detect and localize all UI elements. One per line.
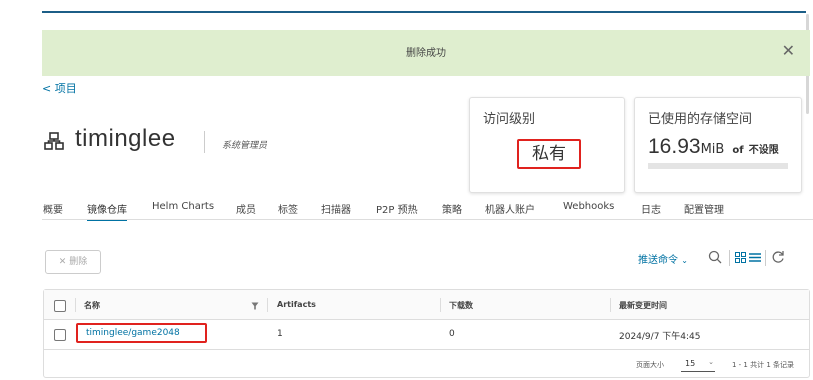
cell-pulls: 0 [449, 329, 455, 339]
page-size-value: 15 [685, 359, 696, 368]
column-artifacts[interactable]: Artifacts [277, 300, 316, 309]
tab-webhooks[interactable]: Webhooks [563, 201, 614, 221]
storage-of: of [732, 145, 744, 156]
table-header: 名称 Artifacts 下载数 最新变更时间 [44, 290, 809, 320]
storage-title: 已使用的存储空间 [648, 112, 753, 127]
tab-p2p-preheat[interactable]: P2P 预热 [376, 201, 418, 221]
page-size-select[interactable]: 15 ⌄ [681, 357, 715, 372]
repository-name-link[interactable]: timinglee/game2048 [76, 323, 207, 343]
tab-configuration[interactable]: 配置管理 [684, 201, 724, 221]
chevron-down-icon: ⌄ [708, 358, 714, 366]
view-toggle-icon[interactable] [735, 252, 761, 263]
column-name[interactable]: 名称 [84, 300, 100, 311]
tab-members[interactable]: 成员 [236, 201, 256, 221]
success-alert: 删除成功 ✕ [42, 30, 810, 76]
row-checkbox[interactable] [54, 329, 66, 341]
chevron-down-icon: ⌄ [681, 256, 688, 265]
column-last-modified[interactable]: 最新变更时间 [619, 300, 667, 311]
storage-quota: 不设限 [748, 145, 779, 156]
tab-scanner[interactable]: 扫描器 [321, 201, 351, 221]
tab-labels[interactable]: 标签 [278, 201, 298, 221]
tab-logs[interactable]: 日志 [641, 201, 661, 221]
search-icon[interactable] [708, 250, 722, 264]
header-divider [267, 298, 268, 312]
repository-table: 名称 Artifacts 下载数 最新变更时间 timinglee/game20… [43, 289, 810, 378]
storage-usage-card: 已使用的存储空间 16.93MiB of 不设限 [634, 97, 802, 193]
table-row[interactable]: timinglee/game2048 1 0 2024/9/7 下午4:45 [44, 320, 809, 350]
access-level-card: 访问级别 私有 [469, 97, 625, 193]
back-to-projects-link[interactable]: < 项目 [42, 80, 77, 96]
column-pulls[interactable]: 下载数 [449, 300, 473, 311]
tab-robot-accounts[interactable]: 机器人账户 [485, 201, 535, 221]
select-all-checkbox[interactable] [54, 300, 66, 312]
alert-message: 删除成功 [406, 48, 446, 59]
header-divider [204, 131, 205, 153]
tab-helm-charts[interactable]: Helm Charts [152, 201, 214, 221]
toolbar-divider [729, 250, 730, 266]
storage-unit: MiB [700, 142, 725, 157]
tab-policy[interactable]: 策略 [442, 201, 462, 221]
cell-last-modified: 2024/9/7 下午4:45 [619, 332, 701, 342]
push-command-dropdown[interactable]: 推送命令 ⌄ [638, 251, 688, 266]
push-command-label: 推送命令 [638, 255, 678, 266]
pagination-summary: 1 - 1 共计 1 条记录 [732, 361, 795, 369]
page-size-label: 页面大小 [636, 361, 664, 369]
tab-repositories[interactable]: 镜像仓库 [87, 201, 127, 221]
header-divider [610, 298, 611, 312]
header-divider [75, 298, 76, 312]
delete-button[interactable]: ✕ 删除 [45, 250, 101, 274]
toolbar-divider-2 [765, 250, 766, 266]
access-level-title: 访问级别 [483, 112, 536, 127]
project-title: timinglee [75, 125, 176, 152]
storage-used: 16.93 [648, 135, 701, 158]
project-icon [44, 132, 64, 150]
refresh-icon[interactable] [771, 250, 785, 264]
tabs-divider [42, 219, 813, 220]
top-divider [42, 11, 806, 13]
tab-summary[interactable]: 概要 [43, 201, 63, 221]
cell-artifacts: 1 [277, 329, 283, 339]
header-divider [440, 298, 441, 312]
access-level-value: 私有 [517, 139, 581, 169]
storage-usage-bar [648, 163, 788, 169]
table-footer: 页面大小 15 ⌄ 1 - 1 共计 1 条记录 [44, 351, 809, 377]
filter-icon[interactable] [251, 302, 259, 310]
close-icon[interactable]: ✕ [782, 41, 795, 61]
project-role: 系统管理员 [222, 141, 268, 151]
storage-usage-value: 16.93MiB of 不设限 [648, 135, 779, 159]
